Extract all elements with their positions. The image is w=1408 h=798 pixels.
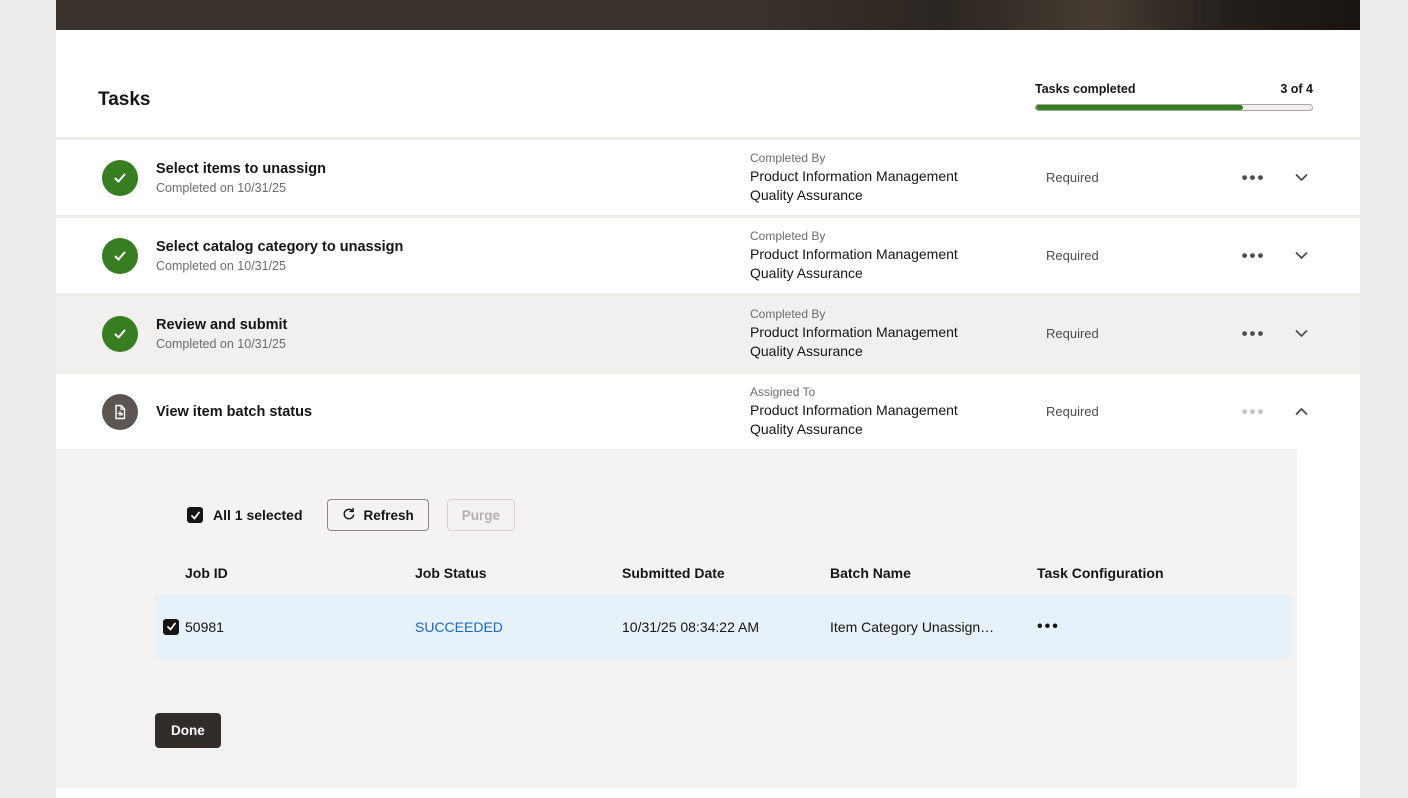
task-actions: ••• — [1206, 247, 1360, 264]
page-header: Tasks Tasks completed 3 of 4 — [56, 30, 1360, 137]
task-row-select-items[interactable]: Select items to unassign Completed on 10… — [56, 137, 1360, 215]
task-title: View item batch status — [156, 404, 750, 420]
batch-panel-controls: All 1 selected Refresh Purge — [187, 499, 1297, 531]
cell-submitted-date: 10/31/25 08:34:22 AM — [622, 619, 830, 635]
meta-value: Product Information Management Quality A… — [750, 167, 1000, 205]
task-subtitle: Completed on 10/31/25 — [156, 337, 750, 351]
task-meta: Assigned To Product Information Manageme… — [750, 385, 1046, 439]
cell-job-id: 50981 — [185, 619, 415, 635]
tasks-progress: Tasks completed 3 of 4 — [1035, 82, 1313, 111]
required-badge: Required — [1046, 170, 1206, 185]
meta-value: Product Information Management Quality A… — [750, 245, 1000, 283]
overflow-menu-icon[interactable]: ••• — [1242, 169, 1266, 186]
select-all-checkbox[interactable] — [187, 507, 203, 523]
purge-button-disabled: Purge — [447, 499, 515, 531]
task-row-view-item-batch-status[interactable]: View item batch status Assigned To Produ… — [56, 371, 1360, 449]
progress-label: Tasks completed — [1035, 82, 1136, 96]
chevron-down-icon[interactable] — [1295, 329, 1308, 338]
column-header-submitted-date: Submitted Date — [622, 565, 830, 581]
task-main: Select items to unassign Completed on 10… — [156, 161, 750, 195]
page-title: Tasks — [98, 89, 150, 111]
refresh-button[interactable]: Refresh — [327, 499, 429, 531]
refresh-button-label: Refresh — [364, 508, 414, 523]
row-checkbox[interactable] — [163, 619, 179, 635]
task-meta: Completed By Product Information Managem… — [750, 307, 1046, 361]
task-title: Select items to unassign — [156, 161, 750, 177]
task-title: Review and submit — [156, 317, 750, 333]
purge-button-label: Purge — [462, 508, 500, 523]
task-subtitle: Completed on 10/31/25 — [156, 181, 750, 195]
overflow-menu-icon[interactable]: ••• — [1242, 247, 1266, 264]
required-badge: Required — [1046, 248, 1206, 263]
main-content-card: Tasks Tasks completed 3 of 4 Select item… — [56, 0, 1360, 798]
required-badge: Required — [1046, 326, 1206, 341]
selection-count-label: All 1 selected — [213, 507, 303, 523]
check-circle-icon — [102, 160, 138, 196]
chevron-down-icon[interactable] — [1295, 251, 1308, 260]
task-main: Select catalog category to unassign Comp… — [156, 239, 750, 273]
task-row-review-and-submit[interactable]: Review and submit Completed on 10/31/25 … — [56, 293, 1360, 371]
chevron-up-icon[interactable] — [1295, 407, 1308, 416]
required-badge: Required — [1046, 404, 1206, 419]
batch-document-icon — [102, 394, 138, 430]
batch-jobs-table: Job ID Job Status Submitted Date Batch N… — [155, 555, 1291, 659]
app-header-banner — [56, 0, 1360, 30]
progress-bar-track — [1035, 104, 1313, 111]
table-header-row: Job ID Job Status Submitted Date Batch N… — [155, 555, 1291, 595]
task-title: Select catalog category to unassign — [156, 239, 750, 255]
task-actions: ••• — [1206, 403, 1360, 420]
task-subtitle: Completed on 10/31/25 — [156, 259, 750, 273]
check-circle-icon — [102, 238, 138, 274]
task-row-select-catalog-category[interactable]: Select catalog category to unassign Comp… — [56, 215, 1360, 293]
meta-value: Product Information Management Quality A… — [750, 401, 1000, 439]
progress-fill — [1036, 105, 1243, 110]
progress-count: 3 of 4 — [1280, 82, 1313, 96]
cell-batch-name: Item Category Unassign… — [830, 619, 1037, 635]
chevron-down-icon[interactable] — [1295, 173, 1308, 182]
task-meta: Completed By Product Information Managem… — [750, 229, 1046, 283]
meta-label: Assigned To — [750, 385, 1046, 399]
task-main: View item batch status — [156, 404, 750, 420]
overflow-menu-icon[interactable]: ••• — [1242, 325, 1266, 342]
column-header-job-status: Job Status — [415, 565, 622, 581]
column-header-task-configuration: Task Configuration — [1037, 565, 1291, 581]
refresh-icon — [342, 507, 356, 524]
done-button[interactable]: Done — [155, 713, 221, 748]
batch-status-panel: All 1 selected Refresh Purge Job ID Job … — [56, 449, 1297, 788]
column-header-batch-name: Batch Name — [830, 565, 1037, 581]
cell-job-status-link[interactable]: SUCCEEDED — [415, 619, 622, 635]
column-header-job-id: Job ID — [185, 565, 415, 581]
row-actions-icon[interactable]: ••• — [1037, 618, 1060, 635]
overflow-menu-icon-disabled: ••• — [1242, 403, 1266, 420]
task-actions: ••• — [1206, 325, 1360, 342]
task-main: Review and submit Completed on 10/31/25 — [156, 317, 750, 351]
meta-label: Completed By — [750, 229, 1046, 243]
task-actions: ••• — [1206, 169, 1360, 186]
meta-label: Completed By — [750, 307, 1046, 321]
check-circle-icon — [102, 316, 138, 352]
meta-label: Completed By — [750, 151, 1046, 165]
task-list: Select items to unassign Completed on 10… — [56, 137, 1360, 788]
meta-value: Product Information Management Quality A… — [750, 323, 1000, 361]
table-row[interactable]: 50981 SUCCEEDED 10/31/25 08:34:22 AM Ite… — [155, 595, 1291, 659]
task-meta: Completed By Product Information Managem… — [750, 151, 1046, 205]
